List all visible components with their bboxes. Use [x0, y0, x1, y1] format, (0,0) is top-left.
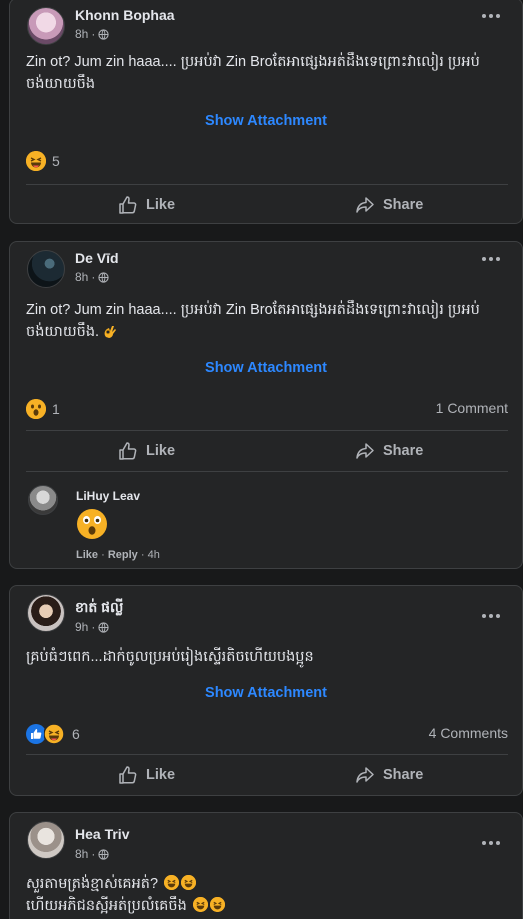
post-card: Hea Triv 8h · សួរតាមត្រង់ខ្មាស់គេអត់? ហើ… — [9, 812, 523, 919]
show-attachment-link[interactable]: Show Attachment — [10, 685, 522, 701]
post-header: De Vīd 8h · — [10, 242, 522, 288]
commenter-name[interactable]: LiHuy Leav — [76, 489, 140, 503]
reaction-summary[interactable]: 6 — [26, 723, 80, 745]
share-icon — [356, 443, 374, 459]
comment-time[interactable]: 4h — [148, 549, 160, 561]
post-meta: 8h · — [75, 270, 109, 284]
share-label: Share — [383, 443, 424, 459]
more-options-icon[interactable] — [482, 841, 500, 845]
thumbs-up-icon — [119, 442, 137, 460]
more-options-icon[interactable] — [482, 614, 500, 618]
reaction-summary[interactable]: 5 — [26, 151, 60, 171]
more-options-icon[interactable] — [482, 257, 500, 261]
show-attachment-link[interactable]: Show Attachment — [10, 360, 522, 376]
comment-reply-button[interactable]: Reply — [108, 549, 138, 561]
post-text-content: Zin ot? Jum zin haaa.... ប្រអប់វា Zin Br… — [26, 302, 480, 340]
post-meta: 9h · — [75, 620, 109, 634]
globe-icon — [98, 621, 109, 633]
post-header: Khonn Bophaa 8h · — [10, 0, 522, 45]
comment-wow-emoji-icon — [76, 508, 108, 540]
post-time[interactable]: 8h — [75, 847, 88, 861]
comments-count-link[interactable]: 1 Comment — [436, 400, 508, 416]
avatar[interactable] — [27, 7, 65, 45]
laughing-emoji-icon — [192, 897, 208, 912]
thumbs-up-icon — [119, 196, 137, 214]
post-meta: 8h · — [75, 27, 109, 41]
share-label: Share — [383, 767, 424, 783]
wow-reaction-icon — [26, 399, 46, 419]
share-button[interactable]: Share — [355, 765, 423, 785]
post-time[interactable]: 9h — [75, 620, 88, 634]
like-button[interactable]: Like — [118, 765, 175, 785]
reaction-count: 1 — [52, 401, 60, 417]
more-options-icon[interactable] — [482, 14, 500, 18]
share-icon — [356, 767, 374, 783]
divider — [26, 430, 508, 431]
avatar[interactable] — [27, 250, 65, 288]
share-icon — [356, 197, 374, 213]
post-text: Zin ot? Jum zin haaa.... ប្រអប់វា Zin Br… — [26, 299, 506, 343]
author-name[interactable]: Hea Triv — [75, 826, 129, 842]
laughing-emoji-icon — [209, 897, 225, 912]
post-text: Zin ot? Jum zin haaa.... ប្រអប់វា Zin Br… — [26, 54, 480, 92]
commenter-avatar[interactable] — [28, 485, 58, 515]
share-label: Share — [383, 197, 424, 213]
globe-icon — [98, 848, 109, 860]
post-text-line: សួរតាមត្រង់ខ្មាស់គេអត់? — [26, 873, 506, 895]
author-name[interactable]: Khonn Bophaa — [75, 7, 175, 23]
laughing-emoji-icon — [164, 875, 180, 890]
haha-reaction-icon — [43, 723, 65, 745]
like-label: Like — [146, 197, 176, 213]
share-button[interactable]: Share — [355, 195, 423, 215]
comment-like-button[interactable]: Like — [76, 549, 98, 561]
like-label: Like — [146, 767, 176, 783]
ok-hand-emoji-icon — [103, 323, 117, 338]
author-name[interactable]: De Vīd — [75, 250, 119, 266]
avatar[interactable] — [27, 594, 65, 632]
comments-count-link[interactable]: 4 Comments — [429, 725, 508, 741]
avatar[interactable] — [27, 821, 65, 859]
reaction-count: 5 — [52, 153, 60, 169]
divider — [26, 754, 508, 755]
divider — [26, 184, 508, 185]
post-card: De Vīd 8h · Zin ot? Jum zin haaa.... ប្រ… — [9, 241, 523, 569]
post-meta: 8h · — [75, 847, 109, 861]
laughing-emoji-icon — [181, 875, 197, 890]
like-button[interactable]: Like — [118, 195, 175, 215]
post-time[interactable]: 8h — [75, 270, 88, 284]
post-text-line: ហើយអភិជនស្អីអត់ប្រលំគេចឹង — [26, 895, 506, 917]
post-card: ខាត់ ផល្លី 9h · គ្រប់ធំៗពេក...ដាក់ចូលប្រ… — [9, 585, 523, 796]
comment-actions: Like · Reply · 4h — [76, 549, 160, 561]
author-name[interactable]: ខាត់ ផល្លី — [75, 598, 123, 619]
post-text: គ្រប់ធំៗពេក...ដាក់ចូលប្រអប់រៀងស្ទើរតិចហើ… — [26, 649, 314, 665]
post-time[interactable]: 8h — [75, 27, 88, 41]
post-text: សួរតាមត្រង់ខ្មាស់គេអត់? ហើយអភិជនស្អីអត់ប… — [26, 873, 506, 917]
post-header: ខាត់ ផល្លី 9h · — [10, 586, 522, 634]
globe-icon — [98, 28, 109, 40]
share-button[interactable]: Share — [355, 441, 423, 461]
globe-icon — [98, 271, 109, 283]
reaction-summary[interactable]: 1 — [26, 399, 60, 419]
divider — [26, 471, 508, 472]
post-card: Khonn Bophaa 8h · Zin ot? Jum zin haaa..… — [9, 0, 523, 224]
like-reaction-icon — [26, 724, 46, 744]
like-label: Like — [146, 443, 176, 459]
haha-reaction-icon — [26, 151, 46, 171]
like-button[interactable]: Like — [118, 441, 175, 461]
reaction-count: 6 — [72, 726, 80, 742]
post-header: Hea Triv 8h · — [10, 813, 522, 861]
thumbs-up-icon — [119, 766, 137, 784]
show-attachment-link[interactable]: Show Attachment — [10, 113, 522, 129]
